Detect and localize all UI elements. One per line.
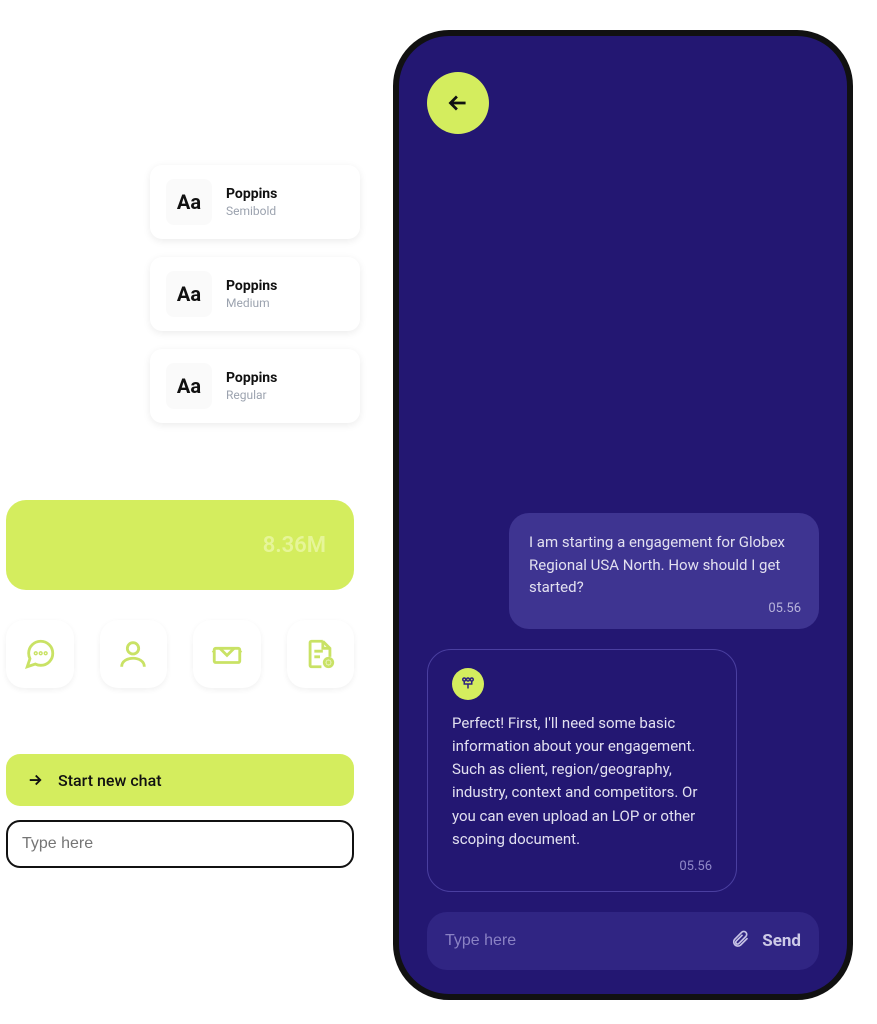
phone-chat-input[interactable] [445,932,718,950]
chat-icon-tile[interactable] [6,620,74,688]
attach-button[interactable] [730,929,750,953]
handshake-icon-tile[interactable] [193,620,261,688]
font-weight: Medium [226,296,277,310]
phone-frame: I am starting a engagement for Globex Re… [393,30,853,1000]
font-weight: Semibold [226,204,277,218]
font-card-semibold: Aa Poppins Semibold [150,165,360,239]
font-swatch: Aa [166,179,212,225]
user-message-timestamp: 05.56 [768,599,801,619]
font-swatch: Aa [166,363,212,409]
start-new-chat-button[interactable]: Start new chat [6,754,354,806]
user-message-text: I am starting a engagement for Globex Re… [529,533,785,596]
chat-bubble-icon [23,637,57,671]
arrow-right-icon [26,771,44,789]
metric-value: 8.36M [263,533,326,558]
document-add-icon [303,637,337,671]
user-icon [116,637,150,671]
handshake-icon [210,637,244,671]
font-card-regular: Aa Poppins Regular [150,349,360,423]
font-weight: Regular [226,388,277,402]
arrow-left-icon [445,90,471,116]
bot-message-timestamp: 05.56 [679,857,712,877]
bot-message-text: Perfect! First, I'll need some basic inf… [452,714,697,848]
user-message-bubble: I am starting a engagement for Globex Re… [509,513,819,629]
back-button[interactable] [427,72,489,134]
font-card-medium: Aa Poppins Medium [150,257,360,331]
font-swatch: Aa [166,271,212,317]
font-name: Poppins [226,186,277,202]
font-name: Poppins [226,370,277,386]
metric-card: 8.36M [6,500,354,590]
icon-row [6,620,354,688]
type-here-field[interactable] [6,820,354,868]
phone-chat-input-row: Send [427,912,819,970]
type-here-input[interactable] [22,835,338,853]
start-chat-label: Start new chat [58,771,162,790]
paperclip-icon [730,929,750,949]
user-icon-tile[interactable] [100,620,168,688]
font-name: Poppins [226,278,277,294]
send-button[interactable]: Send [762,931,801,951]
document-add-icon-tile[interactable] [287,620,355,688]
font-card-list: Aa Poppins Semibold Aa Poppins Medium Aa… [150,165,360,441]
chat-area: I am starting a engagement for Globex Re… [427,134,819,912]
bot-avatar [452,668,484,700]
circuit-icon [459,675,477,693]
bot-message-bubble: Perfect! First, I'll need some basic inf… [427,649,737,893]
